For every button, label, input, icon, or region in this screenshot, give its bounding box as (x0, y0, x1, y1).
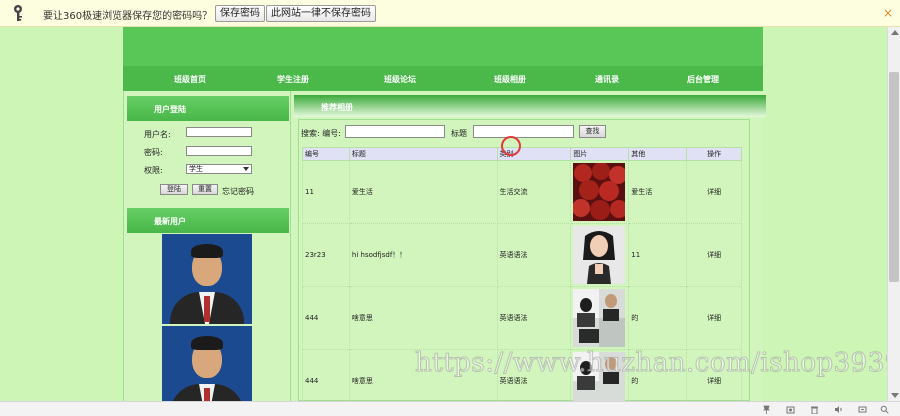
close-icon[interactable]: × (883, 6, 893, 20)
row-id: 23r23 (302, 223, 350, 287)
album-thumbnail[interactable] (573, 225, 626, 284)
site-banner (123, 27, 763, 66)
scroll-up-icon[interactable] (891, 30, 899, 35)
album-panel-title: 推荐相册 (321, 103, 353, 112)
nav-item-home[interactable]: 班级首页 (150, 74, 230, 85)
detail-link[interactable]: 详细 (686, 286, 742, 350)
row-category: 英语语法 (496, 223, 572, 287)
forgot-password-link[interactable]: 忘记密码 (222, 186, 254, 197)
login-form: 用户名: 密码: 权限: 学生 登陆 重置 忘记密码 (124, 119, 291, 209)
row-other: 的 (628, 286, 688, 350)
watermark: https://www.huzhan.com/ishop39397 (415, 348, 900, 379)
newest-users-header: 最新用户 (127, 208, 289, 233)
browser-status-bar (0, 401, 900, 416)
username-label: 用户名: (144, 130, 171, 139)
search-id-label: 搜索: 编号: (301, 129, 341, 138)
speaker-icon[interactable] (834, 405, 843, 414)
album-panel-header: 推荐相册 (294, 95, 766, 117)
row-id: 444 (302, 286, 350, 350)
col-image: 图片 (570, 147, 630, 161)
album-thumbnail[interactable] (573, 288, 626, 347)
scrollbar-thumb[interactable] (889, 72, 899, 282)
zoom-icon[interactable] (858, 405, 867, 414)
row-category: 英语语法 (496, 286, 572, 350)
table-row: 11 爱生活 生活交流 爱生活 详细 (302, 160, 742, 224)
detail-link[interactable]: 详细 (686, 160, 742, 224)
vertical-scrollbar[interactable] (887, 27, 900, 401)
login-panel-header: 用户登陆 (127, 96, 289, 121)
search-id-input[interactable] (345, 125, 445, 138)
username-input[interactable] (186, 127, 252, 137)
key-icon (14, 5, 22, 21)
password-save-bar: 要让360极速浏览器保存您的密码吗？ 保存密码 此网站一律不保存密码 × (0, 0, 900, 27)
scroll-down-icon[interactable] (891, 393, 899, 398)
login-button[interactable]: 登陆 (160, 184, 188, 195)
nav-item-register[interactable]: 学生注册 (253, 74, 333, 85)
pin-icon[interactable] (762, 405, 771, 414)
login-panel-title: 用户登陆 (154, 105, 186, 114)
row-category: 生活交流 (496, 160, 572, 224)
row-image-cell (570, 286, 630, 350)
nav-item-album[interactable]: 班级相册 (470, 74, 550, 85)
table-row: 23r23 hi hsodfjsdf！！ 英语语法 11 详细 (302, 223, 742, 287)
save-password-button[interactable]: 保存密码 (215, 5, 265, 22)
role-select-value: 学生 (189, 165, 203, 173)
album-thumbnail[interactable] (572, 161, 629, 221)
nav-item-admin[interactable]: 后台管理 (663, 74, 743, 85)
nav-item-contacts[interactable]: 通讯录 (567, 74, 647, 85)
table-header-row: 编号 标题 类别 图片 其他 操作 (302, 147, 742, 161)
row-title: 啥意思 (348, 286, 498, 350)
role-select[interactable]: 学生 (186, 164, 252, 174)
trash-icon[interactable] (810, 405, 819, 414)
col-id: 编号 (302, 147, 350, 161)
table-row: 444 啥意思 英语语法 的 详细 (302, 286, 742, 350)
col-other: 其他 (628, 147, 688, 161)
row-title: 爱生活 (348, 160, 498, 224)
row-title: hi hsodfjsdf！！ (348, 223, 498, 287)
reset-button[interactable]: 重置 (192, 184, 218, 195)
search-title-input[interactable] (473, 125, 574, 138)
user-photo[interactable] (162, 234, 252, 324)
newest-users-title: 最新用户 (154, 217, 186, 226)
role-label: 权限: (144, 166, 163, 175)
never-save-password-button[interactable]: 此网站一律不保存密码 (266, 5, 376, 22)
main-nav: 班级首页 学生注册 班级论坛 班级相册 通讯录 后台管理 (123, 66, 763, 91)
search-bar: 搜索: 编号: 标题 查找 (299, 125, 751, 139)
cursor-highlight (501, 136, 521, 156)
password-bar-message: 要让360极速浏览器保存您的密码吗？ (43, 11, 213, 22)
row-image-cell (570, 160, 630, 224)
row-other: 爱生活 (628, 160, 688, 224)
screenshot-icon[interactable] (786, 405, 795, 414)
row-image-cell (570, 223, 630, 287)
password-label: 密码: (144, 148, 163, 157)
row-other: 11 (628, 223, 688, 287)
password-input[interactable] (186, 146, 252, 156)
col-action: 操作 (686, 147, 742, 161)
search-icon[interactable] (880, 405, 889, 414)
nav-item-forum[interactable]: 班级论坛 (360, 74, 440, 85)
chevron-down-icon (243, 167, 249, 171)
left-column: 用户登陆 用户名: 密码: 权限: 学生 登陆 重置 忘记密码 最新用户 (123, 91, 291, 416)
detail-link[interactable]: 详细 (686, 223, 742, 287)
row-id: 11 (302, 160, 350, 224)
search-button[interactable]: 查找 (579, 125, 606, 138)
col-title: 标题 (348, 147, 498, 161)
search-title-label: 标题 (451, 129, 467, 138)
